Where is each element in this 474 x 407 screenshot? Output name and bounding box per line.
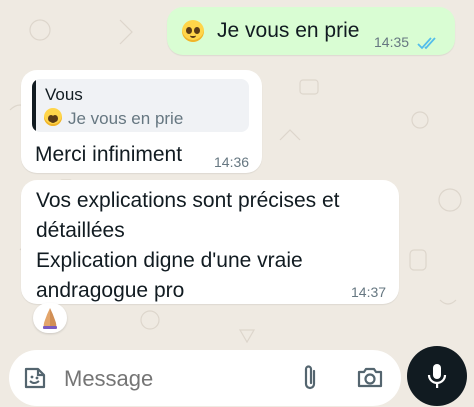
read-receipt-icon xyxy=(417,37,436,50)
mic-icon xyxy=(427,364,447,388)
quoted-sender: Vous xyxy=(45,85,83,104)
quote-accent-bar xyxy=(32,79,36,132)
mic-button[interactable] xyxy=(407,346,467,406)
pleading-face-emoji xyxy=(182,20,204,42)
message-line: andragogue pro xyxy=(36,279,185,302)
quoted-text: Je vous en prie xyxy=(68,109,184,128)
message-composer[interactable] xyxy=(9,350,401,406)
incoming-message[interactable]: Vos explications sont précises et détail… xyxy=(21,180,399,304)
message-body: Vos explications sont précises et détail… xyxy=(36,186,386,306)
message-text: Je vous en prie xyxy=(217,19,360,42)
pleading-face-emoji xyxy=(44,108,62,126)
message-timestamp: 14:37 xyxy=(351,284,387,300)
message-input[interactable] xyxy=(62,362,286,396)
message-timestamp: 14:36 xyxy=(214,154,250,170)
message-timestamp: 14:35 xyxy=(374,34,410,50)
quoted-message[interactable]: Vous Je vous en prie xyxy=(32,79,249,132)
incoming-message-reply[interactable]: Vous Je vous en prie Merci infiniment 14… xyxy=(21,70,262,173)
sticker-icon[interactable] xyxy=(22,365,48,391)
outgoing-message[interactable]: Je vous en prie 14:35 xyxy=(167,7,455,55)
message-text: Merci infiniment xyxy=(35,143,183,166)
message-line: Explication digne d'une vraie xyxy=(36,249,303,272)
camera-icon[interactable] xyxy=(356,365,384,389)
message-reaction[interactable] xyxy=(33,303,67,333)
folded-hands-icon xyxy=(43,308,57,329)
attach-icon[interactable] xyxy=(299,364,321,392)
message-line: Vos explications sont précises et xyxy=(36,189,340,212)
message-line: détaillées xyxy=(36,219,125,242)
